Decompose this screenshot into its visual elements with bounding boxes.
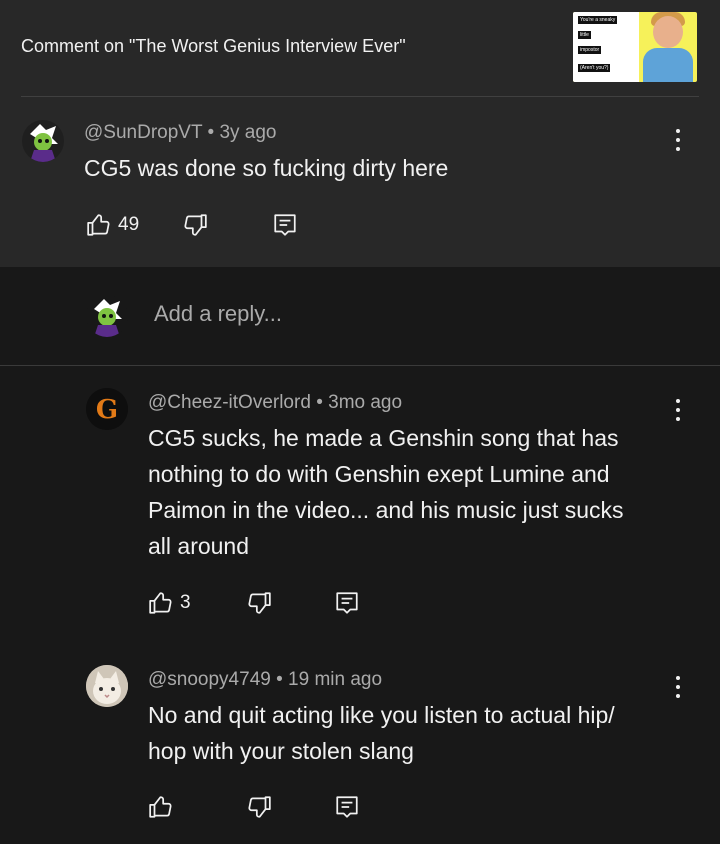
reply-comment-icon bbox=[274, 214, 296, 236]
thumbs-down-icon bbox=[248, 796, 271, 818]
comment-text: CG5 sucks, he made a Genshin song that h… bbox=[148, 420, 624, 564]
like-count: 3 bbox=[180, 592, 191, 613]
comment-line: CG5 sucks, he made a Genshin song that h… bbox=[148, 425, 619, 451]
dislike-button[interactable] bbox=[182, 212, 208, 238]
thumbnail-caption-line: You're a sneaky bbox=[578, 16, 618, 24]
reply-comment-icon bbox=[336, 592, 358, 614]
avatar bbox=[86, 295, 128, 337]
thumbs-down-icon bbox=[248, 592, 271, 614]
cheez-it-avatar-icon: G bbox=[86, 388, 128, 430]
dot-icon bbox=[676, 694, 680, 698]
dislike-button[interactable] bbox=[246, 590, 272, 616]
header-divider bbox=[21, 96, 699, 97]
comment-line: No and quit acting like you listen to ac… bbox=[148, 702, 615, 728]
thumbnail-caption-line: impostor bbox=[578, 46, 602, 54]
dot-icon bbox=[676, 408, 680, 412]
comment-time: 19 min ago bbox=[288, 669, 383, 690]
comment-time: 3y ago bbox=[219, 122, 277, 143]
dot-icon bbox=[676, 138, 680, 142]
avatar[interactable] bbox=[22, 120, 64, 162]
comment-meta: @snoopy4749 • 19 min ago bbox=[148, 669, 382, 691]
dot-icon bbox=[676, 685, 680, 689]
more-options-button[interactable] bbox=[668, 673, 688, 701]
reply-comment-icon bbox=[336, 796, 358, 818]
comment-meta: @Cheez-itOverlord • 3mo ago bbox=[148, 392, 402, 414]
comment-author[interactable]: @snoopy4749 bbox=[148, 669, 271, 690]
thumbs-down-icon bbox=[184, 214, 207, 236]
meta-separator: • bbox=[276, 669, 283, 690]
sundrop-avatar-icon bbox=[86, 295, 128, 337]
like-button[interactable]: 3 bbox=[148, 590, 191, 616]
comment-author[interactable]: @Cheez-itOverlord bbox=[148, 392, 311, 413]
dot-icon bbox=[676, 417, 680, 421]
comment-author[interactable]: @SunDropVT bbox=[84, 122, 202, 143]
dislike-button[interactable] bbox=[246, 794, 272, 820]
reply-divider bbox=[0, 365, 720, 366]
thumbnail-person-face bbox=[653, 16, 683, 48]
comment-meta: @SunDropVT • 3y ago bbox=[84, 122, 276, 144]
page-title: Comment on "The Worst Genius Interview E… bbox=[21, 36, 406, 56]
reply-button[interactable] bbox=[334, 590, 360, 616]
thumbnail-caption-line: (Aren't you?) bbox=[578, 64, 611, 72]
avatar-letter: G bbox=[96, 395, 118, 425]
thumbnail-caption-panel: You're a sneaky little impostor (Aren't … bbox=[573, 12, 639, 82]
comment-line: Paimon in the video... and his music jus… bbox=[148, 497, 624, 523]
dot-icon bbox=[676, 129, 680, 133]
reply-button[interactable] bbox=[334, 794, 360, 820]
sundrop-avatar-icon bbox=[22, 120, 64, 162]
comment-line: all around bbox=[148, 533, 250, 559]
comment-text: No and quit acting like you listen to ac… bbox=[148, 697, 615, 769]
like-count: 49 bbox=[118, 214, 140, 235]
dot-icon bbox=[676, 676, 680, 680]
dot-icon bbox=[676, 399, 680, 403]
comment-line: hop with your stolen slang bbox=[148, 738, 414, 764]
thumbnail-person-body bbox=[643, 48, 693, 82]
more-options-button[interactable] bbox=[668, 126, 688, 154]
add-reply-input[interactable]: Add a reply... bbox=[154, 301, 282, 327]
thumbs-up-icon bbox=[87, 214, 110, 236]
thumbs-up-icon bbox=[149, 592, 172, 614]
thumbs-up-icon bbox=[149, 796, 172, 818]
video-thumbnail[interactable]: You're a sneaky little impostor (Aren't … bbox=[573, 12, 697, 82]
meta-separator: • bbox=[207, 122, 215, 143]
avatar[interactable] bbox=[86, 665, 128, 707]
comment-line: nothing to do with Genshin exept Lumine … bbox=[148, 461, 610, 487]
thumbnail-caption-line: little bbox=[578, 31, 591, 39]
reply-button[interactable] bbox=[272, 212, 298, 238]
more-options-button[interactable] bbox=[668, 396, 688, 424]
cat-avatar-icon bbox=[86, 665, 128, 707]
meta-separator: • bbox=[316, 392, 323, 413]
like-button[interactable]: 49 bbox=[86, 212, 139, 238]
comment-text: CG5 was done so fucking dirty here bbox=[84, 155, 449, 181]
like-button[interactable] bbox=[148, 794, 180, 820]
comment-time: 3mo ago bbox=[328, 392, 403, 413]
avatar[interactable]: G bbox=[86, 388, 128, 430]
dot-icon bbox=[676, 147, 680, 151]
